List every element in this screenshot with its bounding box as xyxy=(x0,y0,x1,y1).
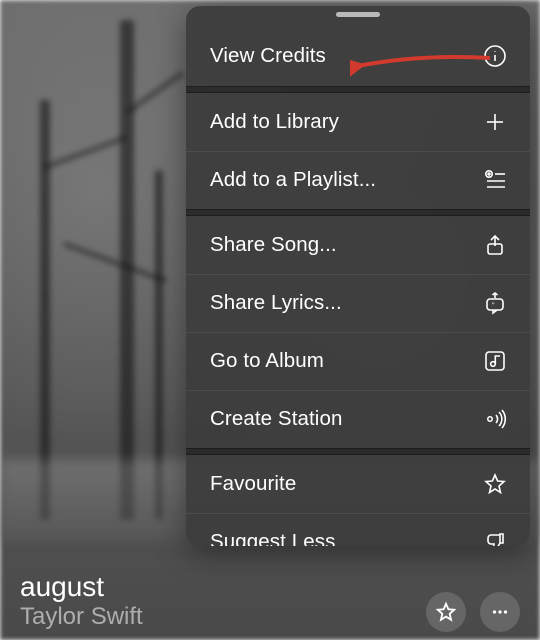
menu-item-add-library[interactable]: Add to Library xyxy=(186,93,530,151)
menu-divider xyxy=(186,86,530,93)
menu-divider xyxy=(186,448,530,455)
now-playing-footer: august Taylor Swift xyxy=(20,572,520,632)
station-icon xyxy=(482,406,508,432)
menu-item-add-playlist[interactable]: Add to a Playlist... xyxy=(186,151,530,209)
track-title: august xyxy=(20,572,143,603)
menu-label: Add to Library xyxy=(210,110,339,134)
menu-label: Create Station xyxy=(210,407,342,431)
menu-label: Go to Album xyxy=(210,349,324,373)
share-lyrics-icon: ” xyxy=(482,290,508,316)
album-icon xyxy=(482,348,508,374)
menu-item-go-album[interactable]: Go to Album xyxy=(186,332,530,390)
sheet-grabber[interactable] xyxy=(336,12,380,17)
info-icon xyxy=(482,43,508,69)
menu-divider xyxy=(186,209,530,216)
menu-item-view-credits[interactable]: View Credits xyxy=(186,26,530,86)
context-menu-sheet: View Credits Add to Library Add to a Pla… xyxy=(186,6,530,546)
menu-label: View Credits xyxy=(210,44,326,68)
menu-item-create-station[interactable]: Create Station xyxy=(186,390,530,448)
star-icon xyxy=(482,471,508,497)
menu-label: Share Song... xyxy=(210,233,337,257)
menu-item-suggest-less[interactable]: Suggest Less xyxy=(186,513,530,546)
thumbs-down-icon xyxy=(482,529,508,546)
share-icon xyxy=(482,232,508,258)
star-icon xyxy=(433,599,459,625)
more-button[interactable] xyxy=(480,592,520,632)
menu-label: Favourite xyxy=(210,472,296,496)
favourite-button[interactable] xyxy=(426,592,466,632)
menu-label: Share Lyrics... xyxy=(210,291,342,315)
svg-text:”: ” xyxy=(492,302,495,310)
menu-label: Add to a Playlist... xyxy=(210,168,376,192)
menu-label: Suggest Less xyxy=(210,530,335,546)
add-to-playlist-icon xyxy=(482,167,508,193)
ellipsis-icon xyxy=(487,599,513,625)
plus-icon xyxy=(482,109,508,135)
menu-item-share-song[interactable]: Share Song... xyxy=(186,216,530,274)
menu-item-favourite[interactable]: Favourite xyxy=(186,455,530,513)
menu-item-share-lyrics[interactable]: Share Lyrics... ” xyxy=(186,274,530,332)
track-artist: Taylor Swift xyxy=(20,603,143,632)
